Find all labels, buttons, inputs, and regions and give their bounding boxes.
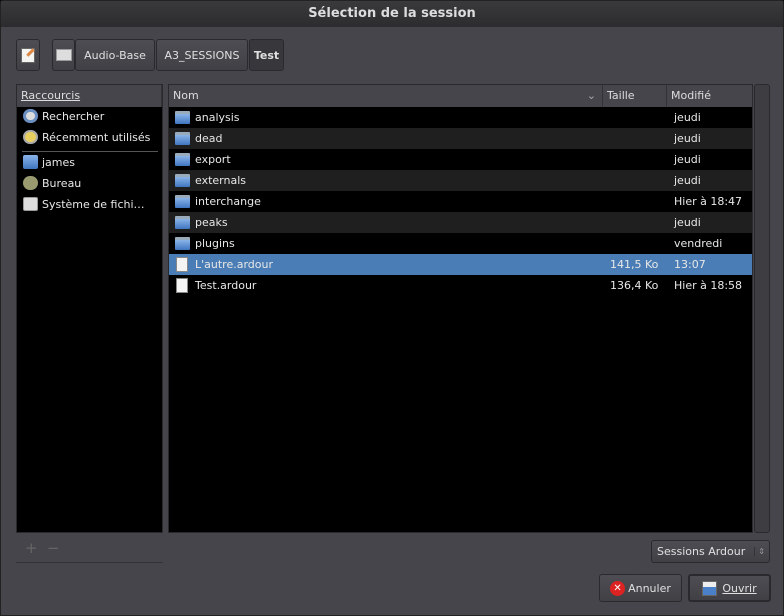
file-name: dead (195, 132, 223, 145)
file-row[interactable]: Test.ardour 136,4 Ko Hier à 18:58 (169, 275, 752, 296)
file-name: plugins (195, 237, 235, 250)
sidebar-item-search[interactable]: Rechercher (17, 106, 162, 127)
window-title: Sélection de la session (1, 1, 783, 27)
file-name: Test.ardour (195, 279, 257, 292)
file-row[interactable]: export jeudi (169, 149, 752, 170)
sidebar-item-recent[interactable]: Récemment utilisés (17, 127, 162, 148)
folder-icon (175, 174, 190, 187)
file-name: externals (195, 174, 246, 187)
file-size: 141,5 Ko (610, 258, 659, 271)
file-row[interactable]: interchange Hier à 18:47 (169, 191, 752, 212)
filter-value: Sessions Ardour (657, 545, 746, 558)
edit-location-button[interactable] (16, 39, 40, 71)
path-button-a3-sessions[interactable]: A3_SESSIONS (156, 39, 248, 71)
column-label: Nom (173, 89, 199, 102)
desktop-icon (23, 176, 38, 190)
folder-icon (175, 216, 190, 229)
file-icon (176, 278, 188, 293)
cancel-button[interactable]: ✕ Annuler (599, 574, 682, 602)
shortcuts-header[interactable]: Raccourcis (17, 85, 162, 107)
file-size: 136,4 Ko (610, 279, 659, 292)
sidebar-item-label: Bureau (42, 177, 82, 190)
sidebar-item-james[interactable]: james (17, 152, 162, 173)
file-row[interactable]: analysis jeudi (169, 107, 752, 128)
drive-icon (23, 197, 38, 211)
file-type-filter-select[interactable]: Sessions Ardour ⇕ (651, 540, 770, 563)
divider (16, 562, 163, 563)
column-header-modified[interactable]: Modifié (667, 85, 752, 107)
drive-icon (55, 49, 72, 61)
file-row[interactable]: peaks jeudi (169, 212, 752, 233)
path-button-test[interactable]: Test (249, 39, 284, 71)
file-modified: Hier à 18:47 (674, 195, 743, 208)
add-shortcut-button[interactable]: + (25, 539, 38, 557)
file-list: Nom ⌄ Taille Modifié analysis jeudi dead … (168, 84, 753, 533)
home-folder-icon (23, 155, 38, 169)
folder-icon (175, 111, 190, 124)
column-header-name[interactable]: Nom ⌄ (169, 85, 603, 107)
folder-icon (175, 195, 190, 208)
column-label: Modifié (671, 89, 711, 102)
file-modified: 13:07 (674, 258, 706, 271)
file-row[interactable]: L'autre.ardour 141,5 Ko 13:07 (169, 254, 752, 275)
remove-shortcut-button[interactable]: − (47, 539, 60, 557)
updown-arrows-icon: ⇕ (754, 547, 765, 556)
file-name: analysis (195, 111, 240, 124)
column-header-size[interactable]: Taille (603, 85, 667, 107)
file-modified: jeudi (674, 174, 701, 187)
sidebar-item-label: Rechercher (42, 110, 105, 123)
sidebar-item-filesystem[interactable]: Système de fichi… (17, 194, 162, 215)
file-name: export (195, 153, 231, 166)
column-label: Taille (607, 89, 635, 102)
clock-icon (23, 130, 38, 144)
file-name: interchange (195, 195, 261, 208)
file-modified: Hier à 18:58 (674, 279, 743, 292)
open-button[interactable]: Ouvrir (688, 574, 771, 602)
folder-icon (175, 153, 190, 166)
file-row[interactable]: externals jeudi (169, 170, 752, 191)
drive-button[interactable] (52, 39, 75, 71)
open-label: Ouvrir (722, 581, 757, 595)
folder-icon (175, 237, 190, 250)
folder-icon (175, 132, 190, 145)
path-button-audio-base[interactable]: Audio-Base (75, 39, 155, 71)
file-name: peaks (195, 216, 228, 229)
dialog-window: Sélection de la session Audio-Base A3_SE… (0, 0, 784, 616)
cancel-icon: ✕ (610, 580, 626, 596)
file-row[interactable]: dead jeudi (169, 128, 752, 149)
file-name: L'autre.ardour (195, 258, 273, 271)
shortcuts-panel: Raccourcis Rechercher Récemment utilisés… (16, 84, 163, 533)
file-modified: vendredi (674, 237, 723, 250)
sort-chevron-down-icon: ⌄ (586, 89, 596, 102)
vertical-scrollbar[interactable] (754, 84, 770, 533)
file-modified: jeudi (674, 216, 701, 229)
cancel-label: Annuler (628, 581, 671, 595)
sidebar-item-label: james (42, 156, 76, 169)
file-row[interactable]: plugins vendredi (169, 233, 752, 254)
file-modified: jeudi (674, 111, 701, 124)
search-icon (23, 109, 38, 123)
file-icon (176, 257, 188, 272)
sidebar-item-label: Récemment utilisés (42, 131, 151, 144)
shortcuts-header-label: Raccourcis (21, 89, 81, 102)
pencil-icon (21, 47, 35, 63)
sidebar-item-label: Système de fichi… (42, 198, 145, 211)
sidebar-item-desktop[interactable]: Bureau (17, 173, 162, 194)
file-modified: jeudi (674, 132, 701, 145)
open-icon (702, 580, 718, 596)
file-modified: jeudi (674, 153, 701, 166)
